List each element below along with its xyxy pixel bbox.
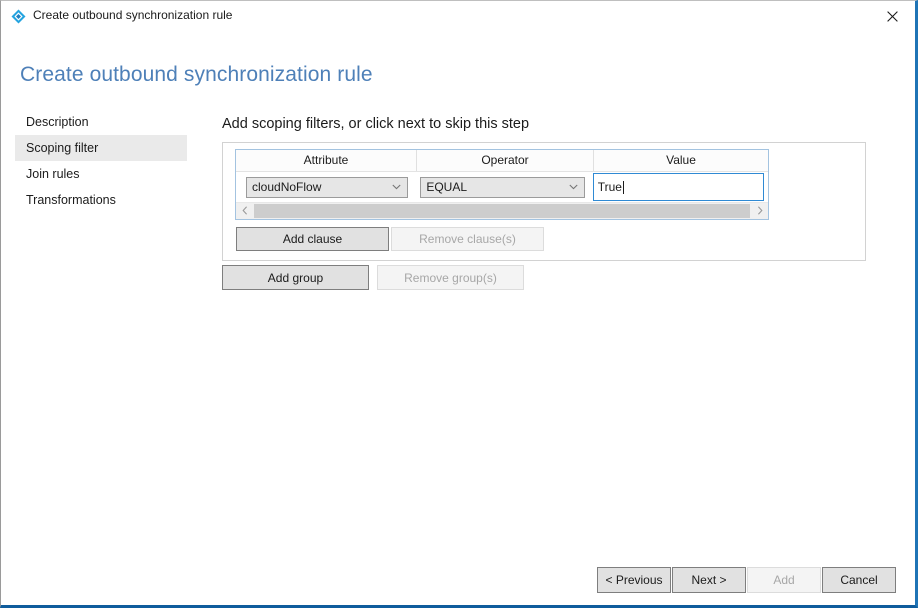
- wizard-step-nav: Description Scoping filter Join rules Tr…: [15, 109, 187, 213]
- attribute-dropdown-value: cloudNoFlow: [252, 179, 322, 194]
- sync-rule-diamond-icon: [11, 9, 26, 24]
- sidebar-item-scoping-filter[interactable]: Scoping filter: [15, 135, 187, 161]
- column-header-operator: Operator: [417, 150, 594, 171]
- cell-attribute: cloudNoFlow: [236, 176, 416, 198]
- sidebar-item-transformations[interactable]: Transformations: [15, 187, 187, 213]
- next-button[interactable]: Next >: [672, 567, 746, 593]
- operator-dropdown-value: EQUAL: [426, 179, 468, 194]
- operator-dropdown[interactable]: EQUAL: [420, 176, 585, 198]
- page-title: Create outbound synchronization rule: [20, 63, 373, 86]
- scrollbar-thumb[interactable]: [254, 204, 750, 218]
- create-outbound-sync-rule-window: Create outbound synchronization rule Cre…: [0, 0, 918, 608]
- cell-operator: EQUAL: [416, 176, 592, 198]
- remove-group-button: Remove group(s): [377, 265, 524, 290]
- value-input[interactable]: True: [592, 173, 764, 201]
- attribute-dropdown[interactable]: cloudNoFlow: [246, 176, 409, 198]
- add-group-button[interactable]: Add group: [222, 265, 369, 290]
- sidebar-item-join-rules[interactable]: Join rules: [15, 161, 187, 187]
- add-clause-button[interactable]: Add clause: [236, 227, 389, 251]
- column-header-value: Value: [666, 153, 696, 167]
- previous-button[interactable]: < Previous: [597, 567, 671, 593]
- close-button[interactable]: [869, 1, 915, 31]
- remove-clause-button: Remove clause(s): [391, 227, 544, 251]
- column-header-attribute: Attribute: [236, 150, 417, 171]
- value-input-text: True: [597, 180, 622, 194]
- scroll-right-button[interactable]: [751, 203, 768, 219]
- clause-table-horizontal-scrollbar[interactable]: [236, 202, 768, 219]
- wizard-footer: < Previous Next > Add Cancel: [1, 567, 900, 593]
- close-icon: [886, 10, 898, 22]
- clause-table: Attribute Operator Value cloudNoFlow EQU…: [235, 149, 769, 220]
- add-button: Add: [747, 567, 821, 593]
- content-heading: Add scoping filters, or click next to sk…: [222, 116, 530, 132]
- chevron-right-icon: [757, 202, 763, 220]
- chevron-down-icon: [392, 184, 401, 190]
- sidebar-item-description[interactable]: Description: [15, 109, 187, 135]
- scoping-filter-group-box: Attribute Operator Value cloudNoFlow EQU…: [222, 142, 866, 261]
- table-row: cloudNoFlow EQUAL True: [236, 172, 768, 202]
- window-title: Create outbound synchronization rule: [33, 8, 233, 22]
- clause-table-header: Attribute Operator Value: [236, 150, 768, 172]
- chevron-down-icon: [569, 184, 578, 190]
- text-caret: [622, 180, 624, 194]
- window-titlebar: Create outbound synchronization rule: [1, 1, 915, 31]
- cell-value: True: [592, 173, 768, 201]
- chevron-left-icon: [241, 202, 248, 220]
- scroll-left-button[interactable]: [236, 203, 253, 219]
- cancel-button[interactable]: Cancel: [822, 567, 896, 593]
